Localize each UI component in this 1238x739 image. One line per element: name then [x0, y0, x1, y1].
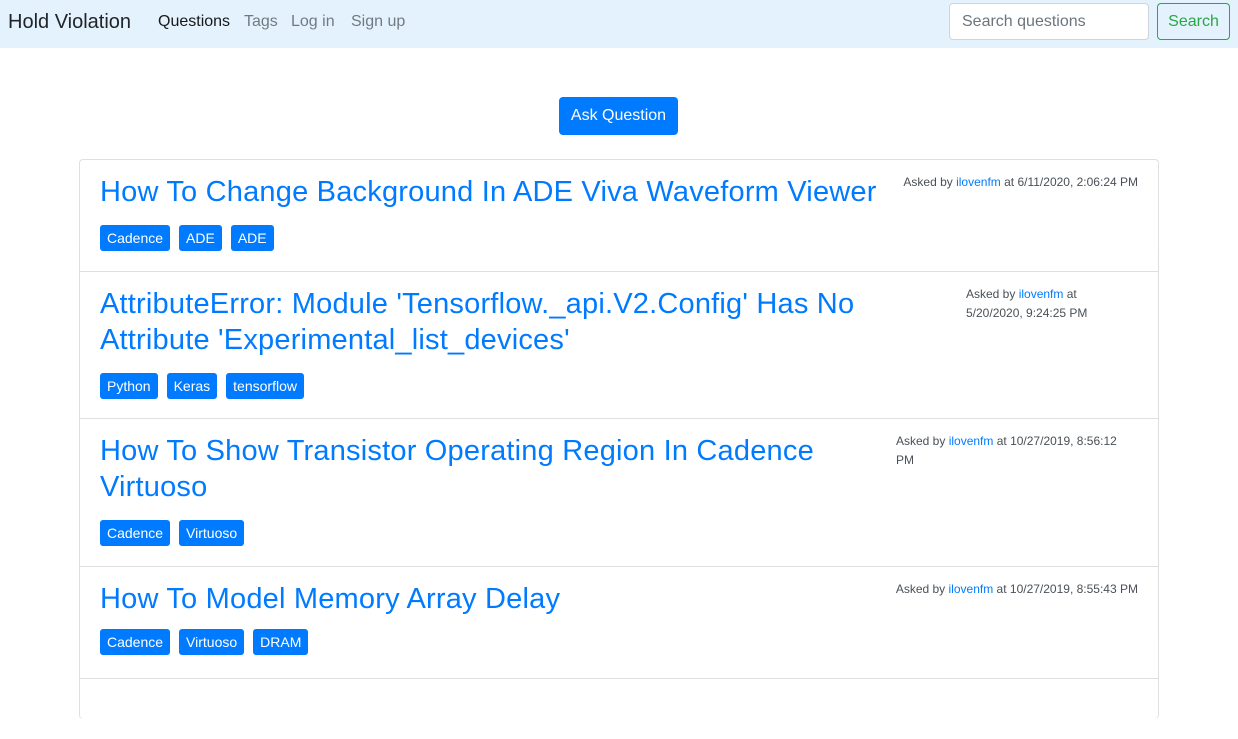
question-title-line: How To Show Transistor Operating Region …: [100, 435, 814, 467]
question-title-line: AttributeError: Module 'Tensorflow._api.…: [100, 288, 855, 320]
nav-questions[interactable]: Questions: [158, 13, 230, 31]
asked-date: at 6/11/2020, 2:06:24 PM: [1004, 175, 1138, 189]
question-item: AttributeError: Module 'Tensorflow._api.…: [80, 272, 1158, 419]
search-input[interactable]: [949, 3, 1149, 40]
tag-badge[interactable]: Cadence: [100, 225, 171, 251]
asked-by-label: Asked by: [895, 582, 946, 596]
ask-question-button[interactable]: Ask Question: [559, 97, 678, 135]
question-item: [80, 679, 1158, 739]
asked-by-label: Asked by: [903, 175, 953, 189]
tag-badge[interactable]: Virtuoso: [179, 520, 245, 546]
tag-badge[interactable]: Python: [100, 373, 158, 399]
brand-logo[interactable]: Hold Violation: [8, 10, 131, 34]
tag-badge[interactable]: Cadence: [100, 629, 171, 655]
question-title[interactable]: How To Show Transistor Operating Region …: [100, 433, 814, 505]
tag-badge[interactable]: DRAM: [253, 629, 309, 655]
asked-date: 5/20/2020, 9:24:25 PM: [966, 306, 1088, 320]
question-title-line: Virtuoso: [100, 471, 208, 503]
tag-badge[interactable]: tensorflow: [226, 373, 304, 399]
user-link[interactable]: ilovenfm: [949, 582, 994, 596]
question-item: How To Model Memory Array Delay Asked by…: [80, 567, 1158, 679]
asked-by-label: Asked by: [896, 434, 946, 448]
nav-login[interactable]: Log in: [291, 13, 335, 31]
user-link[interactable]: ilovenfm: [949, 434, 994, 448]
question-title[interactable]: How To Change Background In ADE Viva Wav…: [100, 174, 877, 210]
asked-date: PM: [896, 453, 914, 467]
asked-by-label: Asked by: [966, 287, 1016, 301]
tag-badge[interactable]: Keras: [166, 373, 218, 399]
tag-badge[interactable]: Virtuoso: [179, 629, 245, 655]
tag-list: Cadence Virtuoso: [100, 520, 245, 546]
navbar: Hold Violation Questions Tags Log in Sig…: [0, 0, 1238, 48]
question-meta: Asked by ilovenfm at 10/27/2019, 8:56:12…: [896, 432, 1141, 470]
tag-list: Cadence ADE ADE: [100, 225, 274, 251]
question-item: How To Change Background In ADE Viva Wav…: [80, 160, 1158, 272]
nav-signup[interactable]: Sign up: [351, 13, 405, 31]
tag-list: Python Keras tensorflow: [100, 373, 304, 399]
user-link[interactable]: ilovenfm: [1019, 287, 1064, 301]
asked-date: at 10/27/2019, 8:56:12: [996, 434, 1117, 448]
tag-badge[interactable]: Cadence: [100, 520, 171, 546]
tag-badge[interactable]: ADE: [230, 225, 274, 251]
question-title[interactable]: AttributeError: Module 'Tensorflow._api.…: [100, 286, 854, 358]
user-link[interactable]: ilovenfm: [956, 175, 1001, 189]
tag-list: Cadence Virtuoso DRAM: [100, 629, 309, 655]
tag-badge[interactable]: ADE: [179, 225, 222, 251]
search-button[interactable]: Search: [1157, 3, 1230, 40]
asked-date: at: [1066, 287, 1077, 301]
question-meta: Asked by ilovenfm at 5/20/2020, 9:24:25 …: [966, 285, 1116, 323]
nav-tags[interactable]: Tags: [244, 13, 278, 31]
question-title[interactable]: How To Model Memory Array Delay: [100, 581, 560, 617]
question-title-line: Attribute 'Experimental_list_devices': [100, 324, 570, 356]
asked-date: at 10/27/2019, 8:55:43 PM: [996, 582, 1138, 596]
question-item: How To Show Transistor Operating Region …: [80, 419, 1158, 567]
question-list: How To Change Background In ADE Viva Wav…: [79, 159, 1159, 719]
question-meta: Asked by ilovenfm at 10/27/2019, 8:55:43…: [896, 580, 1138, 599]
question-meta: Asked by ilovenfm at 6/11/2020, 2:06:24 …: [903, 173, 1138, 192]
